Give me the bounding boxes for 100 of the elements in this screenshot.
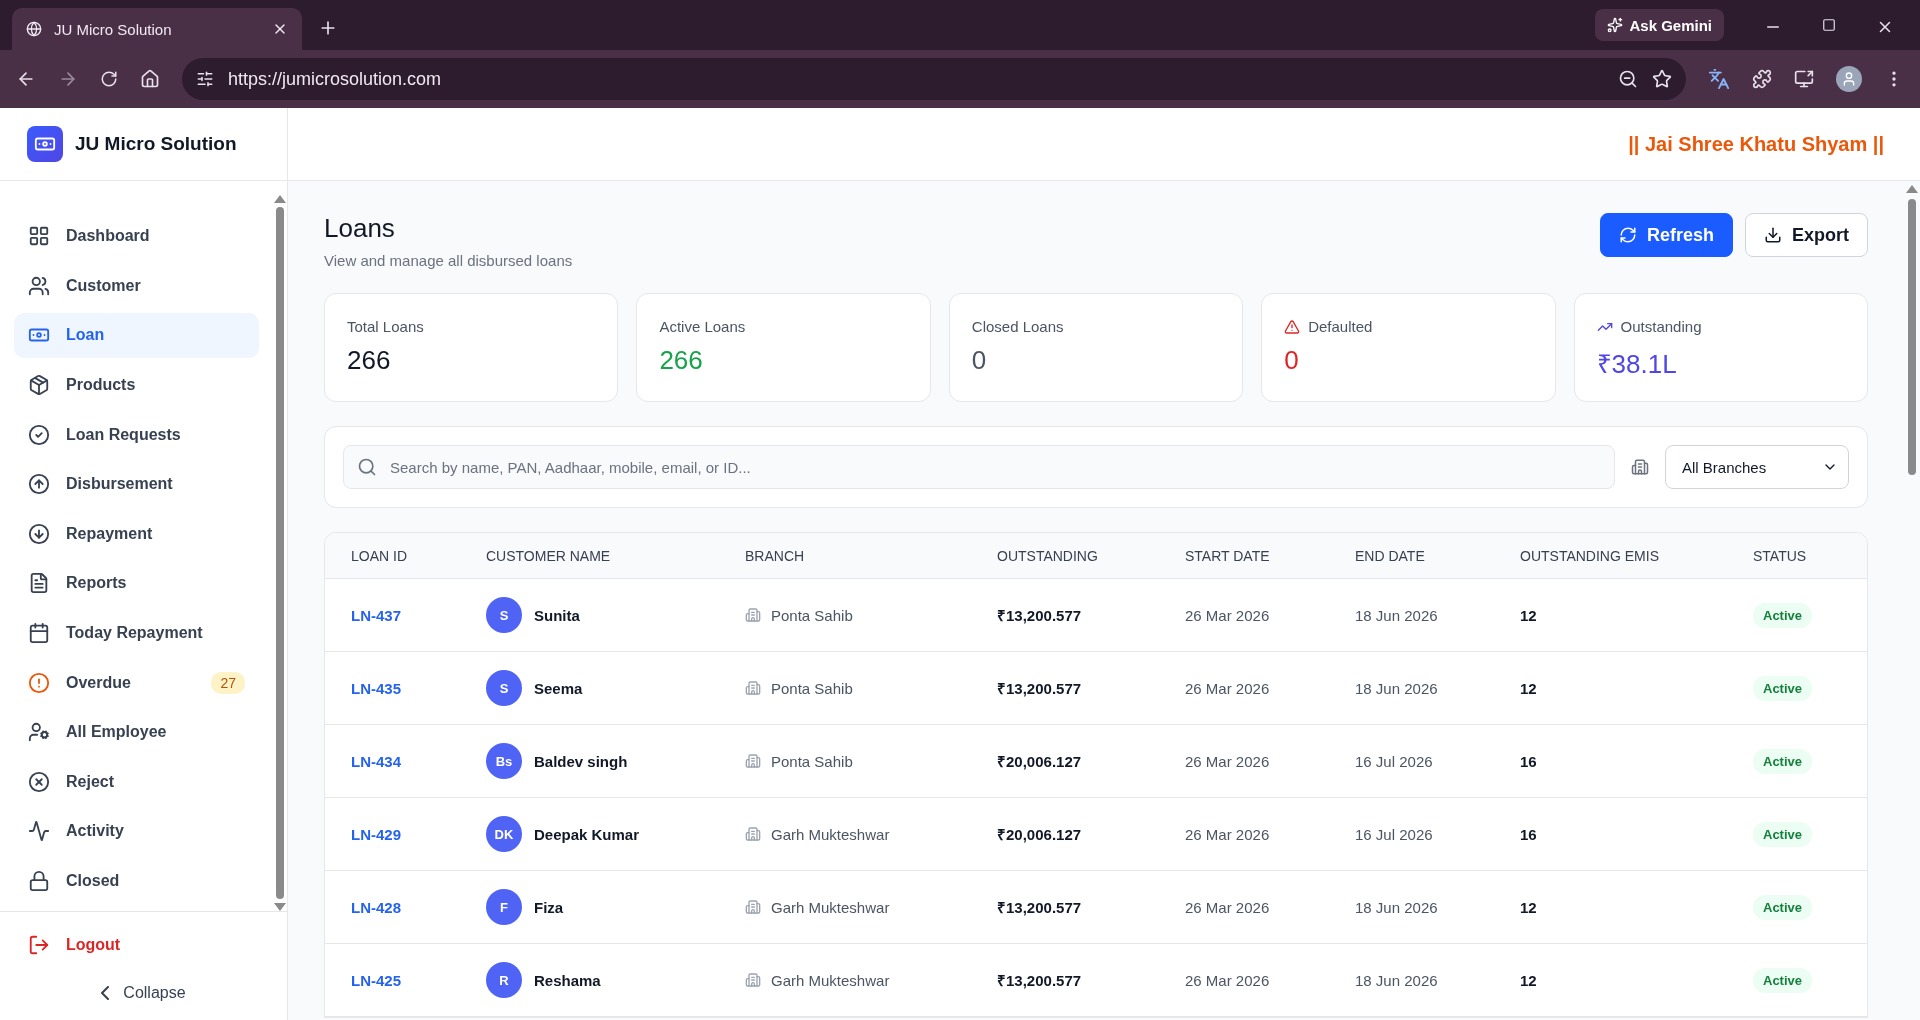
stat-value: 0 (1284, 345, 1300, 376)
status-badge: Active (1753, 821, 1813, 847)
extensions-icon[interactable] (1752, 69, 1772, 89)
user-gear-icon (28, 721, 50, 744)
pulse-icon (28, 820, 50, 843)
loan-id-link[interactable]: LN-434 (351, 752, 486, 770)
nav-item[interactable]: Products (14, 362, 259, 408)
reload-icon[interactable] (100, 70, 118, 88)
lock-icon (28, 870, 50, 892)
avatar-initials: R (486, 962, 522, 998)
refresh-icon (1618, 226, 1637, 244)
column-header: CUSTOMER NAME (486, 547, 612, 564)
nav-item[interactable]: Disbursement (14, 461, 259, 507)
download-icon (1764, 226, 1782, 244)
loan-id-link[interactable]: LN-435 (351, 679, 486, 697)
nav-item[interactable]: Overdue 27 (14, 660, 259, 705)
stat-value: 266 (347, 345, 392, 376)
nav-item[interactable]: Activity (14, 809, 259, 854)
branch-select[interactable]: All Branches (1665, 445, 1849, 489)
nav-item[interactable]: Closed (14, 858, 259, 904)
globe-icon (26, 21, 42, 37)
nav-item[interactable]: Reports (14, 561, 259, 606)
outstanding-amount: ₹13,200.577 (997, 679, 1083, 698)
column-header: OUTSTANDING (997, 547, 1099, 564)
column-header: STATUS (1753, 547, 1808, 564)
outstanding-amount: ₹13,200.577 (997, 606, 1083, 625)
export-button[interactable]: Export (1745, 213, 1868, 257)
customer-name: Baldev singh (534, 752, 628, 770)
refresh-button[interactable]: Refresh (1599, 213, 1733, 257)
gemini-button[interactable]: Ask Gemini (1595, 9, 1724, 41)
home-icon[interactable] (140, 69, 160, 89)
arrow-down-circle-icon (28, 522, 50, 545)
status-badge: Active (1753, 894, 1813, 920)
nav-item[interactable]: Customer (14, 263, 259, 309)
search-icon (357, 457, 377, 477)
stat-value: ₹38.1L (1596, 348, 1678, 381)
logout-button[interactable]: Logout (14, 924, 273, 966)
branch-name: Ponta Sahib (771, 606, 853, 624)
url-text: https://jumicrosolution.com (228, 68, 443, 90)
collapse-button[interactable]: Collapse (14, 976, 273, 1010)
branch-name: Ponta Sahib (771, 679, 853, 697)
grid-icon (28, 225, 50, 248)
stat-label: Total Loans (347, 318, 424, 335)
building-icon (745, 753, 761, 769)
profile-avatar[interactable] (1836, 66, 1862, 92)
nav-item[interactable]: Repayment (14, 511, 259, 557)
customer-name: Seema (534, 679, 583, 697)
x-circle-icon (28, 770, 50, 793)
address-bar[interactable]: https://jumicrosolution.com (182, 58, 1686, 100)
nav-item[interactable]: Reject (14, 759, 259, 805)
site-settings-icon (196, 70, 214, 88)
search-field[interactable]: Search by name, PAN, Aadhaar, mobile, email, or ID... (343, 445, 1615, 489)
building-icon (745, 899, 761, 915)
nav-item[interactable]: Dashboard (14, 214, 259, 259)
document-icon (28, 572, 50, 595)
stat-label: Closed Loans (971, 318, 1064, 335)
brand-logo (27, 126, 63, 162)
loan-id-link[interactable]: LN-429 (351, 825, 486, 843)
outstanding-amount: ₹20,006.127 (997, 825, 1083, 844)
start-date: 26 Mar 2026 (1185, 606, 1271, 624)
loan-id-link[interactable]: LN-428 (351, 898, 486, 916)
avatar-initials: S (486, 670, 522, 706)
nav-item[interactable]: Loan (14, 313, 259, 358)
emi-count: 12 (1520, 971, 1538, 989)
page-title: Loans (324, 213, 396, 244)
status-badge: Active (1753, 748, 1813, 774)
building-icon (745, 680, 761, 696)
avatar-initials: F (486, 889, 522, 925)
customer-name: Sunita (534, 606, 580, 624)
branch-name: Ponta Sahib (771, 752, 853, 770)
chevron-left-icon (101, 986, 110, 1000)
translate-icon[interactable] (1708, 68, 1730, 90)
end-date: 18 Jun 2026 (1355, 679, 1439, 697)
alert-circle-icon (28, 671, 50, 694)
end-date: 18 Jun 2026 (1355, 606, 1439, 624)
status-badge: Active (1753, 602, 1813, 628)
nav-item[interactable]: Loan Requests (14, 412, 259, 457)
loan-id-link[interactable]: LN-437 (351, 606, 486, 624)
column-header: LOAN ID (351, 547, 408, 564)
status-badge: Active (1753, 675, 1813, 701)
logout-icon (28, 934, 50, 956)
stat-label: Defaulted (1308, 318, 1373, 335)
start-date: 26 Mar 2026 (1185, 971, 1271, 989)
end-date: 18 Jun 2026 (1355, 971, 1439, 989)
browser-tab[interactable]: JU Micro Solution (12, 8, 302, 50)
restore-icon[interactable] (1822, 18, 1836, 32)
building-icon (745, 972, 761, 988)
stat-value: 0 (971, 345, 988, 376)
loan-id-link[interactable]: LN-425 (351, 971, 486, 989)
start-date: 26 Mar 2026 (1185, 898, 1271, 916)
blessing-text: || Jai Shree Khatu Shyam || (1628, 132, 1884, 156)
avatar-initials: S (486, 597, 522, 633)
start-date: 26 Mar 2026 (1185, 752, 1271, 770)
page-subtitle: View and manage all disbursed loans (324, 252, 573, 269)
nav-item[interactable]: All Employee (14, 709, 259, 755)
building-icon (1631, 458, 1649, 476)
scrollbar[interactable] (273, 195, 287, 911)
building-icon (745, 826, 761, 842)
nav-item[interactable]: Today Repayment (14, 610, 259, 656)
building-icon (745, 607, 761, 623)
